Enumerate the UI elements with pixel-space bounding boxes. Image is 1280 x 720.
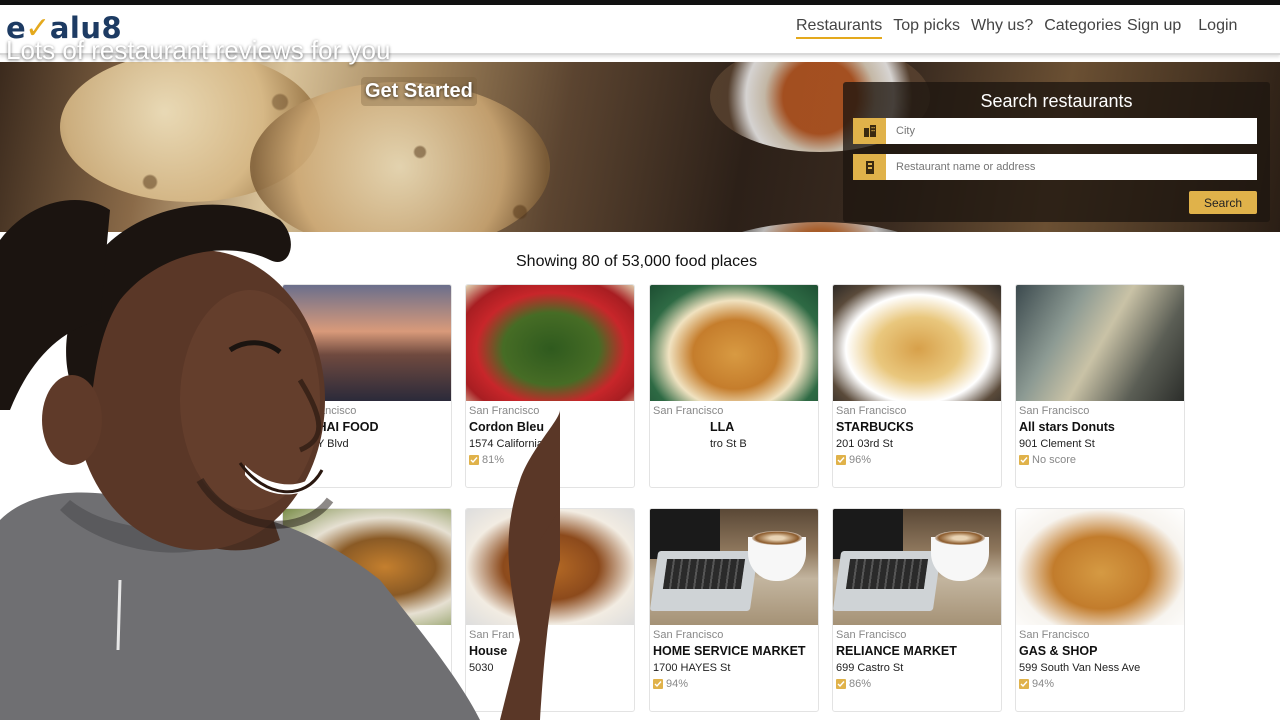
card-name: Cordon Bleu	[469, 420, 544, 434]
restaurant-name-input[interactable]	[886, 154, 1257, 180]
building-icon	[853, 118, 886, 144]
city-row	[853, 118, 1257, 144]
city-icon	[283, 285, 451, 401]
laptop-coffee-icon	[650, 509, 818, 625]
login-link[interactable]: Login	[1198, 17, 1237, 35]
browser-viewport: e ✓ alu8 Restaurants Top picks Why us? C…	[0, 0, 1280, 720]
fried-chicken-icon	[1016, 509, 1184, 625]
fish-icon	[650, 285, 818, 401]
restaurant-card[interactable]: San Francisco Cordon Bleu 1574 Californi…	[465, 284, 635, 488]
laptop-keyboard	[833, 551, 942, 611]
card-score: 96%	[836, 454, 871, 466]
check-icon	[653, 679, 663, 689]
card-name: GAS & SHOP	[1019, 644, 1098, 658]
card-score: 94%	[1019, 678, 1054, 690]
card-city: San Francisco	[1019, 629, 1090, 641]
card-address: GEARY Blvd	[286, 438, 349, 450]
card-name: All stars Donuts	[1019, 420, 1115, 434]
main-nav: Restaurants Top picks Why us? Categories	[796, 17, 1133, 39]
card-name: N'S THAI FOOD	[286, 420, 379, 434]
card-score: 94%	[653, 678, 688, 690]
restaurant-card[interactable]: San Fran House 5030	[465, 508, 635, 712]
card-score-value: 94%	[1032, 678, 1055, 690]
card-score-value: No score	[1032, 454, 1077, 466]
card-address: 1700 HAYES St	[653, 662, 731, 674]
name-row	[853, 154, 1257, 180]
card-address: 5030	[469, 662, 494, 674]
restaurant-card[interactable]: San Francisco RELIANCE MARKET 699 Castro…	[832, 508, 1002, 712]
card-score: 86%	[836, 678, 871, 690]
greens-icon	[466, 285, 634, 401]
check-icon	[836, 679, 846, 689]
card-score: No score	[1019, 454, 1076, 466]
restaurant-card[interactable]: San Francisco LLA tro St B	[649, 284, 819, 488]
restaurant-card[interactable]: San Francisco STARBUCKS 201 03rd St 96%	[832, 284, 1002, 488]
card-city: San Francisco	[836, 629, 907, 641]
fries-icon	[833, 285, 1001, 401]
restaurant-card[interactable]: San Francisco All stars Donuts 901 Cleme…	[1015, 284, 1185, 488]
card-address: 699 Castro St	[836, 662, 904, 674]
check-icon	[1019, 679, 1029, 689]
chicken-icon	[466, 509, 634, 625]
card-city: San Fran	[469, 629, 515, 641]
restaurant-card[interactable]: San Francisco N'S THAI FOOD GEARY Blvd %	[282, 284, 452, 488]
card-name: House	[469, 644, 508, 658]
coffee-cup	[931, 531, 989, 581]
card-score-value: 94%	[666, 678, 689, 690]
signup-link[interactable]: Sign up	[1127, 17, 1181, 35]
card-city: San Francisco	[286, 405, 357, 417]
card-score-value: %	[286, 454, 296, 466]
check-icon	[836, 455, 846, 465]
search-panel: Search restaurants Search	[843, 82, 1270, 222]
card-address: 901 Clement St	[1019, 438, 1095, 450]
card-score-value: 86%	[849, 678, 872, 690]
card-name: RELIANCE MARKET	[836, 644, 957, 658]
card-address: 201 03rd St	[836, 438, 893, 450]
nav-restaurants[interactable]: Restaurants	[796, 17, 883, 39]
city-input[interactable]	[886, 118, 1257, 144]
search-title: Search restaurants	[980, 91, 1133, 111]
card-address: 599 South Van Ness Ave	[1019, 662, 1141, 674]
card-city: San Francisco	[653, 405, 724, 417]
hero-title: Lots of restaurant reviews for you	[6, 35, 391, 65]
card-city: San Francisco	[653, 629, 724, 641]
burger-icon	[283, 509, 451, 625]
card-city: San Francisco	[469, 405, 540, 417]
shop-icon	[1016, 285, 1184, 401]
card-city: San Francisco	[1019, 405, 1090, 417]
laptop-keyboard	[650, 551, 759, 611]
restaurant-card[interactable]	[282, 508, 452, 712]
card-score: 81%	[469, 454, 504, 466]
card-score: %	[286, 454, 296, 466]
get-started-button[interactable]: Get Started	[361, 77, 477, 106]
check-icon	[1019, 455, 1029, 465]
card-city: San Francisco	[836, 405, 907, 417]
restaurant-icon	[853, 154, 886, 180]
card-address: 1574 California St	[469, 438, 557, 450]
restaurant-card[interactable]: San Francisco GAS & SHOP 599 South Van N…	[1015, 508, 1185, 712]
restaurant-card[interactable]: San Francisco HOME SERVICE MARKET 1700 H…	[649, 508, 819, 712]
coffee-cup	[748, 531, 806, 581]
card-score-value: 81%	[482, 454, 505, 466]
nav-top-picks[interactable]: Top picks	[893, 17, 960, 39]
nav-categories[interactable]: Categories	[1044, 17, 1121, 39]
card-name: STARBUCKS	[836, 420, 914, 434]
results-count: Showing 80 of 53,000 food places	[516, 253, 758, 270]
card-name: HOME SERVICE MARKET	[653, 644, 806, 658]
card-score-value: 96%	[849, 454, 872, 466]
search-button[interactable]: Search	[1189, 191, 1257, 214]
auth-links: Sign up Login	[1127, 17, 1254, 35]
card-name: LLA	[710, 420, 735, 434]
check-icon	[469, 455, 479, 465]
laptop-coffee-icon	[833, 509, 1001, 625]
card-address: tro St B	[710, 438, 747, 450]
nav-why-us[interactable]: Why us?	[971, 17, 1033, 39]
